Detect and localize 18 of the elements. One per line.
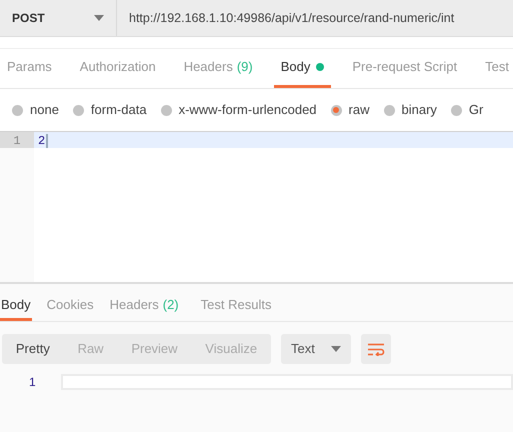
url-field[interactable]: http://192.168.1.10:49986/api/v1/resource/rand-numeric/int <box>117 0 513 36</box>
line-number: 1 <box>0 132 34 148</box>
body-type-radio[interactable]: form-data <box>72 100 147 120</box>
body-type-radio[interactable]: binary <box>384 100 437 120</box>
body-type-radio[interactable]: raw <box>330 100 370 120</box>
caret-icon <box>331 346 341 352</box>
view-mode-button[interactable]: Pretty <box>12 339 54 359</box>
response-tab[interactable]: Body <box>0 292 32 321</box>
format-dropdown[interactable]: Text <box>281 334 351 364</box>
caret-icon <box>94 15 104 21</box>
method-dropdown[interactable]: POST <box>0 0 117 36</box>
line-number: 1 <box>28 374 37 391</box>
body-type-radio[interactable]: Gr <box>450 100 484 120</box>
wrap-icon <box>368 342 384 356</box>
wrap-lines-button[interactable] <box>361 334 391 364</box>
body-type-radio[interactable]: x-www-form-urlencoded <box>160 100 317 120</box>
body-type-radio[interactable]: none <box>12 100 59 120</box>
request-tab[interactable]: Body <box>274 49 332 88</box>
